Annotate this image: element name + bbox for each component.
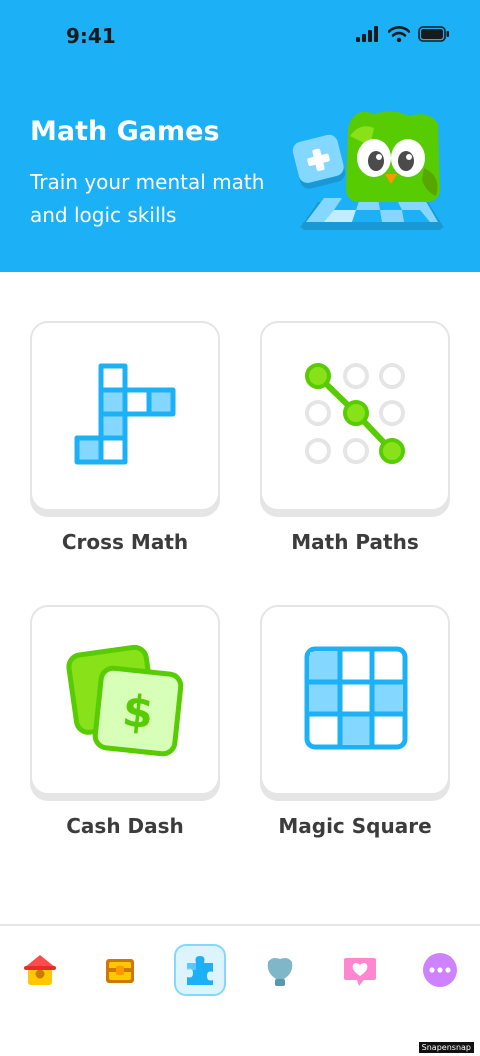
nav-item-shield[interactable] — [254, 944, 306, 996]
status-icons — [356, 26, 450, 42]
signal-icon — [356, 26, 378, 42]
game-card-magic-square[interactable] — [260, 605, 450, 795]
game-label-math-paths: Math Paths — [291, 530, 419, 554]
hero-banner: Math Games Train your mental math and lo… — [0, 70, 480, 272]
magic-square-icon — [304, 646, 408, 750]
more-icon — [423, 953, 457, 987]
nav-item-heart[interactable] — [334, 944, 386, 996]
treasure-chest-icon — [106, 959, 134, 983]
math-paths-icon — [305, 363, 405, 464]
home-icon — [24, 955, 56, 985]
game-card-cash-dash[interactable]: $ — [30, 605, 220, 795]
puzzle-piece-icon — [187, 956, 213, 985]
game-card-cross-math[interactable] — [30, 321, 220, 511]
game-label-cash-dash: Cash Dash — [66, 814, 184, 838]
game-label-magic-square: Magic Square — [278, 814, 432, 838]
status-time: 9:41 — [66, 24, 116, 48]
page-subtitle: Train your mental math and logic skills — [30, 170, 265, 227]
watermark: Snapensnap — [418, 1042, 474, 1053]
bottom-nav — [0, 924, 480, 1056]
cross-math-icon — [74, 363, 176, 465]
game-card-math-paths[interactable] — [260, 321, 450, 511]
status-bar: 9:41 — [0, 0, 480, 70]
nav-item-home[interactable] — [14, 944, 66, 996]
battery-icon — [418, 26, 449, 42]
game-label-cross-math: Cross Math — [61, 530, 189, 554]
nav-item-puzzle[interactable] — [174, 944, 226, 996]
shield-icon — [267, 958, 293, 986]
nav-item-more[interactable] — [414, 944, 466, 996]
cash-dash-icon: $ — [66, 644, 184, 757]
mascot-owl-illustration — [292, 111, 444, 230]
page-title: Math Games — [30, 116, 220, 147]
heart-message-icon — [344, 958, 376, 986]
nav-item-chest[interactable] — [94, 944, 146, 996]
wifi-icon — [388, 26, 410, 42]
svg-text:$: $ — [120, 686, 156, 740]
